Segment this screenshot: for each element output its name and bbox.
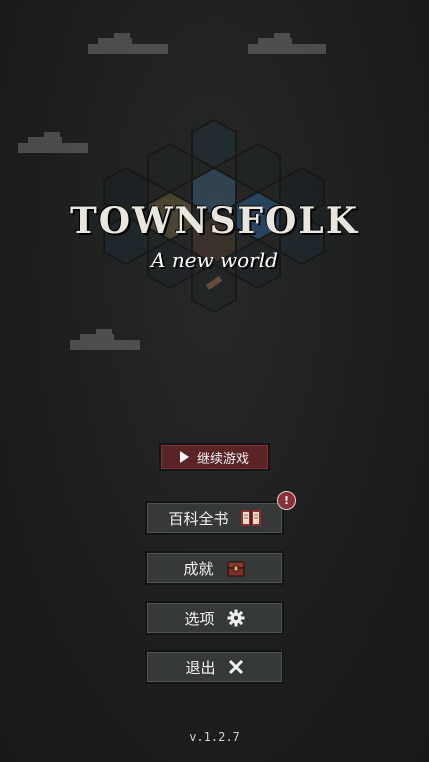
game-title: TOWNSFOLK [69,200,359,242]
achievements-button[interactable]: 成就 [145,551,284,585]
continue-game-button[interactable]: 继续游戏 [159,443,270,471]
chest-icon [226,561,245,577]
cloud-decoration [88,33,168,54]
encyclopedia-label: 百科全书 [168,509,229,528]
gear-icon [227,609,244,627]
notification-badge: ! [277,491,296,510]
close-icon [228,659,243,675]
book-icon [240,510,261,526]
version-label: v.1.2.7 [189,730,240,744]
options-label: 选项 [184,609,215,628]
game-subtitle: A new world [151,248,278,272]
achievements-label: 成就 [183,559,214,578]
cloud-decoration [18,132,88,153]
options-button[interactable]: 选项 [145,601,284,635]
encyclopedia-button[interactable]: 百科全书 [145,501,284,535]
continue-game-label: 继续游戏 [196,451,249,467]
quit-label: 退出 [185,658,216,677]
cloud-decoration [70,329,140,350]
cloud-decoration [248,33,326,54]
quit-button[interactable]: 退出 [145,650,284,684]
main-menu-screen: TOWNSFOLK A new world 继续游戏 百科全书 ! 成就 选项 [0,0,429,762]
play-icon [179,451,189,463]
